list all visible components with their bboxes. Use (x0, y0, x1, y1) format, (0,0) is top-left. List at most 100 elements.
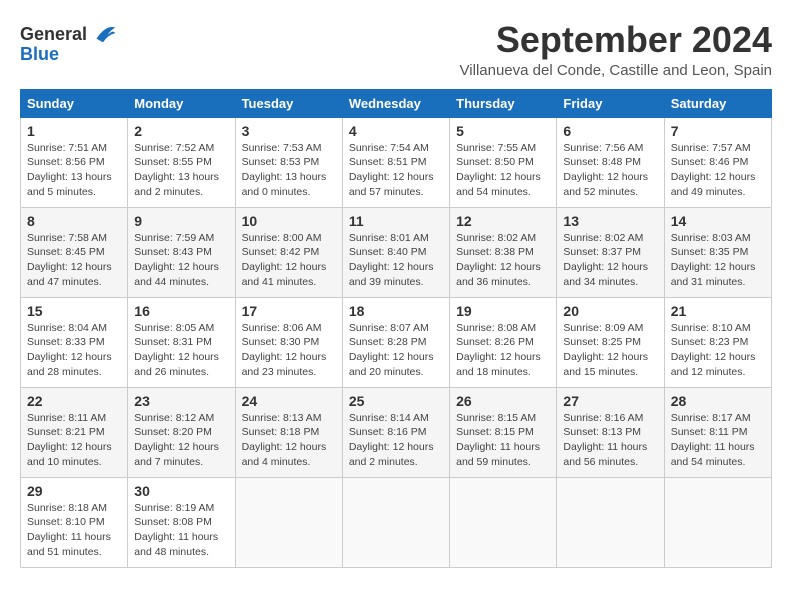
calendar-cell: 1 Sunrise: 7:51 AMSunset: 8:56 PMDaylight… (21, 117, 128, 207)
day-number: 5 (456, 123, 550, 139)
title-section: September 2024 Villanueva del Conde, Cas… (460, 20, 772, 79)
logo-bird-icon (89, 20, 117, 48)
weekday-header-thursday: Thursday (450, 89, 557, 117)
calendar-cell: 30 Sunrise: 8:19 AMSunset: 8:08 PMDayligh… (128, 477, 235, 567)
day-info: Sunrise: 8:07 AMSunset: 8:28 PMDaylight:… (349, 321, 443, 380)
day-number: 17 (242, 303, 336, 319)
calendar-cell: 22Sunrise: 8:11 AMSunset: 8:21 PMDayligh… (21, 387, 128, 477)
day-info: Sunrise: 8:17 AMSunset: 8:11 PMDaylight:… (671, 411, 765, 470)
calendar-cell: 27Sunrise: 8:16 AMSunset: 8:13 PMDayligh… (557, 387, 664, 477)
calendar-table: SundayMondayTuesdayWednesdayThursdayFrid… (20, 89, 772, 568)
calendar-cell: 4 Sunrise: 7:54 AMSunset: 8:51 PMDaylight… (342, 117, 449, 207)
calendar-cell (235, 477, 342, 567)
calendar-cell: 3 Sunrise: 7:53 AMSunset: 8:53 PMDaylight… (235, 117, 342, 207)
day-number: 4 (349, 123, 443, 139)
day-number: 27 (563, 393, 657, 409)
calendar-cell: 11Sunrise: 8:01 AMSunset: 8:40 PMDayligh… (342, 207, 449, 297)
calendar-cell: 16 Sunrise: 8:05 AMSunset: 8:31 PMDayligh… (128, 297, 235, 387)
day-number: 20 (563, 303, 657, 319)
day-number: 23 (134, 393, 228, 409)
page-header: General Blue September 2024 Villanueva d… (20, 20, 772, 79)
calendar-cell: 8 Sunrise: 7:58 AMSunset: 8:45 PMDaylight… (21, 207, 128, 297)
calendar-cell: 2Sunrise: 7:52 AMSunset: 8:55 PMDaylight… (128, 117, 235, 207)
day-number: 2 (134, 123, 228, 139)
weekday-header-sunday: Sunday (21, 89, 128, 117)
day-info: Sunrise: 8:02 AMSunset: 8:37 PMDaylight:… (563, 231, 657, 290)
day-number: 3 (242, 123, 336, 139)
day-number: 19 (456, 303, 550, 319)
day-info: Sunrise: 8:15 AMSunset: 8:15 PMDaylight:… (456, 411, 550, 470)
weekday-header-friday: Friday (557, 89, 664, 117)
day-number: 12 (456, 213, 550, 229)
day-number: 13 (563, 213, 657, 229)
day-number: 18 (349, 303, 443, 319)
day-info: Sunrise: 8:13 AMSunset: 8:18 PMDaylight:… (242, 411, 336, 470)
calendar-week-row: 8 Sunrise: 7:58 AMSunset: 8:45 PMDaylight… (21, 207, 772, 297)
day-info: Sunrise: 7:51 AMSunset: 8:56 PMDaylight:… (27, 141, 121, 200)
calendar-cell (557, 477, 664, 567)
day-info: Sunrise: 7:54 AMSunset: 8:51 PMDaylight:… (349, 141, 443, 200)
day-info: Sunrise: 7:57 AMSunset: 8:46 PMDaylight:… (671, 141, 765, 200)
calendar-cell: 23 Sunrise: 8:12 AMSunset: 8:20 PMDayligh… (128, 387, 235, 477)
day-info: Sunrise: 7:59 AMSunset: 8:43 PMDaylight:… (134, 231, 228, 290)
day-number: 10 (242, 213, 336, 229)
calendar-cell: 9 Sunrise: 7:59 AMSunset: 8:43 PMDaylight… (128, 207, 235, 297)
logo-blue-text: Blue (20, 44, 59, 65)
weekday-header-tuesday: Tuesday (235, 89, 342, 117)
day-number: 7 (671, 123, 765, 139)
day-number: 28 (671, 393, 765, 409)
calendar-week-row: 15 Sunrise: 8:04 AMSunset: 8:33 PMDayligh… (21, 297, 772, 387)
calendar-week-row: 22Sunrise: 8:11 AMSunset: 8:21 PMDayligh… (21, 387, 772, 477)
day-number: 14 (671, 213, 765, 229)
weekday-header-monday: Monday (128, 89, 235, 117)
calendar-cell (342, 477, 449, 567)
calendar-cell: 12Sunrise: 8:02 AMSunset: 8:38 PMDayligh… (450, 207, 557, 297)
weekday-header-saturday: Saturday (664, 89, 771, 117)
day-info: Sunrise: 8:00 AMSunset: 8:42 PMDaylight:… (242, 231, 336, 290)
calendar-cell (450, 477, 557, 567)
day-info: Sunrise: 8:12 AMSunset: 8:20 PMDaylight:… (134, 411, 228, 470)
day-number: 24 (242, 393, 336, 409)
day-number: 9 (134, 213, 228, 229)
day-number: 29 (27, 483, 121, 499)
calendar-cell: 29 Sunrise: 8:18 AMSunset: 8:10 PMDayligh… (21, 477, 128, 567)
day-number: 1 (27, 123, 121, 139)
day-info: Sunrise: 7:58 AMSunset: 8:45 PMDaylight:… (27, 231, 121, 290)
day-info: Sunrise: 8:05 AMSunset: 8:31 PMDaylight:… (134, 321, 228, 380)
day-number: 6 (563, 123, 657, 139)
calendar-week-row: 1 Sunrise: 7:51 AMSunset: 8:56 PMDaylight… (21, 117, 772, 207)
day-number: 30 (134, 483, 228, 499)
day-number: 21 (671, 303, 765, 319)
calendar-cell: 5 Sunrise: 7:55 AMSunset: 8:50 PMDaylight… (450, 117, 557, 207)
location-subtitle: Villanueva del Conde, Castille and Leon,… (460, 62, 772, 79)
day-number: 15 (27, 303, 121, 319)
day-info: Sunrise: 8:08 AMSunset: 8:26 PMDaylight:… (456, 321, 550, 380)
calendar-cell: 19 Sunrise: 8:08 AMSunset: 8:26 PMDayligh… (450, 297, 557, 387)
day-info: Sunrise: 8:19 AMSunset: 8:08 PMDaylight:… (134, 501, 228, 560)
calendar-week-row: 29 Sunrise: 8:18 AMSunset: 8:10 PMDayligh… (21, 477, 772, 567)
calendar-cell: 21 Sunrise: 8:10 AMSunset: 8:23 PMDayligh… (664, 297, 771, 387)
day-number: 26 (456, 393, 550, 409)
calendar-cell: 26 Sunrise: 8:15 AMSunset: 8:15 PMDayligh… (450, 387, 557, 477)
calendar-cell: 15 Sunrise: 8:04 AMSunset: 8:33 PMDayligh… (21, 297, 128, 387)
calendar-cell: 28 Sunrise: 8:17 AMSunset: 8:11 PMDayligh… (664, 387, 771, 477)
day-info: Sunrise: 8:10 AMSunset: 8:23 PMDaylight:… (671, 321, 765, 380)
calendar-cell: 24 Sunrise: 8:13 AMSunset: 8:18 PMDayligh… (235, 387, 342, 477)
day-info: Sunrise: 8:18 AMSunset: 8:10 PMDaylight:… (27, 501, 121, 560)
day-info: Sunrise: 8:11 AMSunset: 8:21 PMDaylight:… (27, 411, 121, 470)
weekday-header-row: SundayMondayTuesdayWednesdayThursdayFrid… (21, 89, 772, 117)
calendar-cell (664, 477, 771, 567)
calendar-cell: 25 Sunrise: 8:14 AMSunset: 8:16 PMDayligh… (342, 387, 449, 477)
calendar-cell: 13 Sunrise: 8:02 AMSunset: 8:37 PMDayligh… (557, 207, 664, 297)
day-info: Sunrise: 8:01 AMSunset: 8:40 PMDaylight:… (349, 231, 443, 290)
day-info: Sunrise: 7:55 AMSunset: 8:50 PMDaylight:… (456, 141, 550, 200)
day-info: Sunrise: 7:53 AMSunset: 8:53 PMDaylight:… (242, 141, 336, 200)
day-info: Sunrise: 8:09 AMSunset: 8:25 PMDaylight:… (563, 321, 657, 380)
day-number: 25 (349, 393, 443, 409)
day-number: 8 (27, 213, 121, 229)
weekday-header-wednesday: Wednesday (342, 89, 449, 117)
day-info: Sunrise: 8:04 AMSunset: 8:33 PMDaylight:… (27, 321, 121, 380)
day-info: Sunrise: 8:14 AMSunset: 8:16 PMDaylight:… (349, 411, 443, 470)
day-info: Sunrise: 8:06 AMSunset: 8:30 PMDaylight:… (242, 321, 336, 380)
day-number: 16 (134, 303, 228, 319)
